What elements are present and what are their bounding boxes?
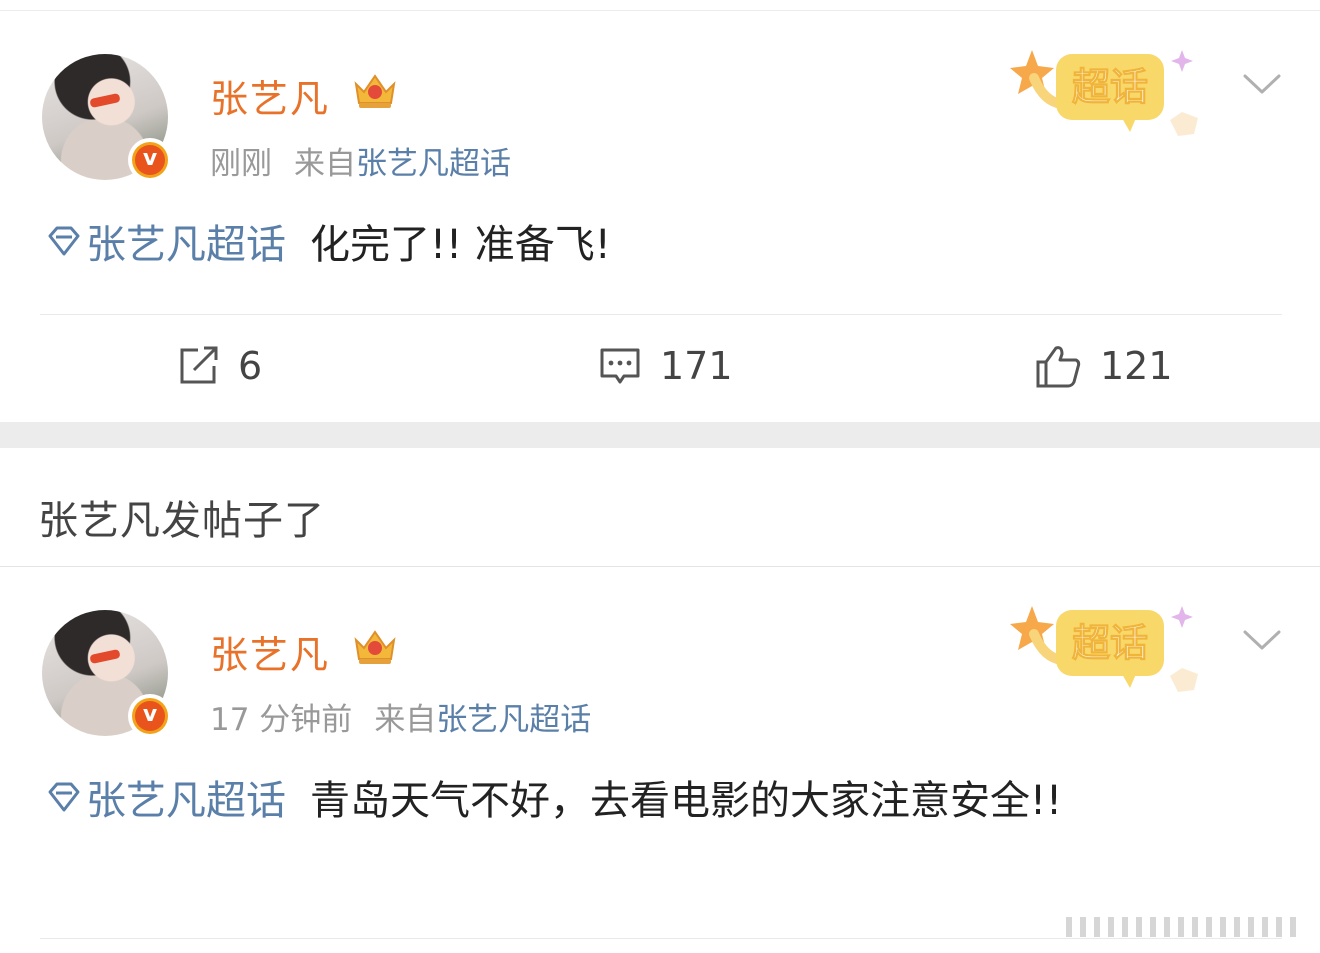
thumbs-up-icon	[1036, 346, 1081, 388]
like-count: 121	[1100, 344, 1173, 388]
post-content: 张艺凡超话 化完了!! 准备飞!	[44, 210, 1284, 280]
source-link[interactable]: 张艺凡超话	[356, 146, 511, 182]
chevron-down-icon[interactable]	[1242, 72, 1282, 96]
chaohua-badge[interactable]: 超话	[1004, 598, 1224, 708]
repost-icon	[180, 346, 218, 384]
post-meta: 17 分钟前 来自张艺凡超话	[210, 694, 591, 739]
chevron-down-icon[interactable]	[1242, 628, 1282, 652]
topic-link[interactable]: 张艺凡超话	[86, 222, 286, 268]
divider	[0, 566, 1320, 567]
badge-text: 超话	[1072, 65, 1148, 109]
action-bar: 6 171 121	[0, 336, 1320, 396]
section-title: 张艺凡发帖子了	[38, 498, 325, 544]
verified-badge-icon: v	[128, 694, 172, 738]
post-card: v 张艺凡 刚刚 来自张艺凡超话 超话 张艺凡超话 化完了!! 准备飞! 6 1…	[0, 12, 1320, 420]
author-name[interactable]: 张艺凡	[210, 68, 330, 123]
post-text: 化完了!! 准备飞!	[310, 222, 611, 268]
comment-count: 171	[660, 344, 733, 388]
chaohua-badge[interactable]: 超话	[1004, 42, 1224, 152]
crown-icon	[354, 630, 396, 664]
post-content: 张艺凡超话 青岛天气不好，去看电影的大家注意安全!!	[44, 766, 1174, 836]
section-separator	[0, 422, 1320, 448]
repost-button[interactable]: 6	[176, 336, 262, 396]
post-meta: 刚刚 来自张艺凡超话	[210, 138, 511, 183]
topic-link[interactable]: 张艺凡超话	[86, 778, 286, 824]
badge-text: 超话	[1072, 621, 1148, 665]
comment-icon	[600, 348, 640, 384]
like-button[interactable]: 121	[1034, 336, 1173, 396]
repost-count: 6	[238, 344, 263, 388]
verified-badge-icon: v	[128, 138, 172, 182]
source-link[interactable]: 张艺凡超话	[436, 702, 591, 738]
post-time: 17 分钟前	[210, 702, 353, 738]
crown-icon	[354, 74, 396, 108]
source-prefix: 来自	[374, 702, 437, 738]
post-time: 刚刚	[210, 146, 272, 182]
diamond-icon	[48, 226, 80, 256]
watermark-pattern	[1066, 917, 1296, 937]
comment-button[interactable]: 171	[598, 336, 733, 396]
divider	[40, 314, 1282, 315]
source-prefix: 来自	[294, 146, 356, 182]
post-card: v 张艺凡 17 分钟前 来自张艺凡超话 超话 张艺凡超话 青岛天气不好，去看电影的…	[0, 568, 1320, 953]
post-text: 青岛天气不好，去看电影的大家注意安全!!	[310, 778, 1063, 824]
author-name[interactable]: 张艺凡	[210, 624, 330, 679]
top-divider	[0, 10, 1320, 11]
diamond-icon	[48, 782, 80, 812]
